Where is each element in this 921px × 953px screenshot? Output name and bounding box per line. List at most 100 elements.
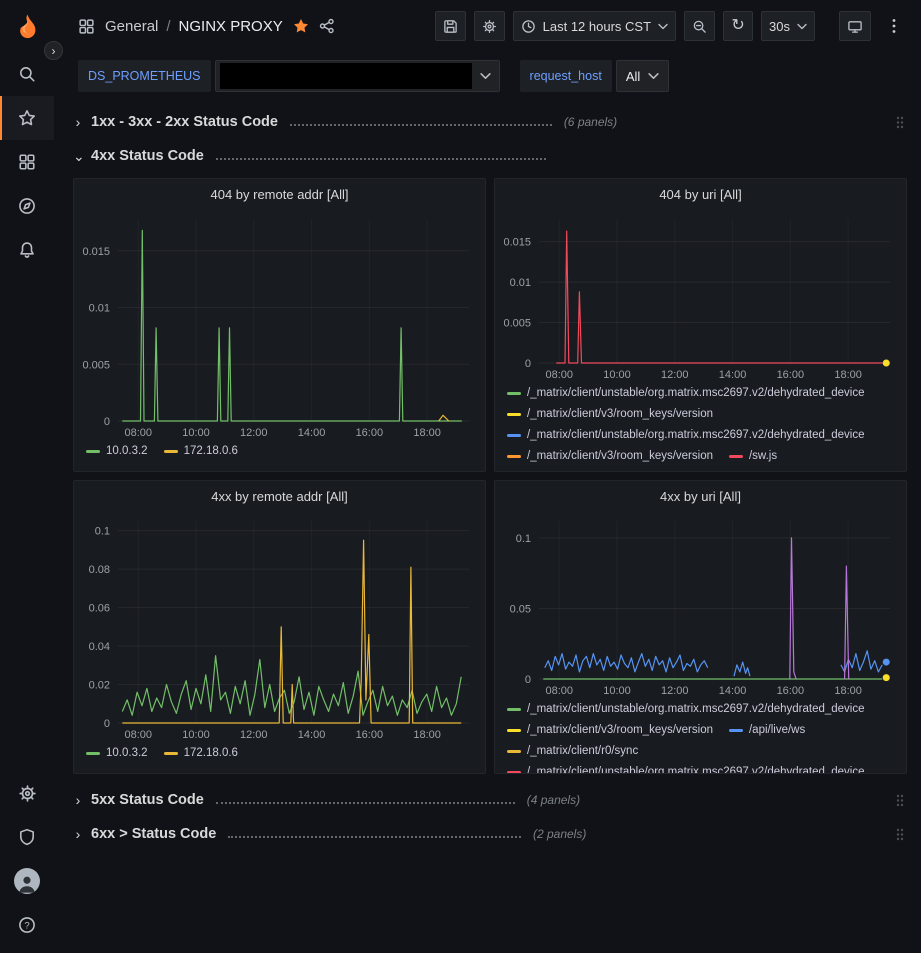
panel-title[interactable]: 404 by uri [All] (495, 179, 906, 209)
drag-handle-icon[interactable] (895, 115, 905, 130)
drag-handle-icon[interactable] (895, 793, 905, 808)
svg-text:16:00: 16:00 (777, 685, 805, 697)
refresh-interval-dropdown[interactable]: 30s (761, 11, 815, 41)
panel-4xx-by-uri: 4xx by uri [All] 08:0010:0012:0014:0016:… (494, 480, 907, 774)
dashboard-settings-button[interactable] (474, 11, 505, 41)
row-header-4xx[interactable]: ⌄ 4xx Status Code (73, 142, 907, 170)
compass-icon (18, 197, 36, 215)
sidebar-item-alerting[interactable] (0, 228, 54, 272)
panel-title[interactable]: 404 by remote addr [All] (74, 179, 485, 209)
legend-item[interactable]: /sw.js (729, 446, 777, 467)
panel-grid: 404 by remote addr [All] 08:00 10:00 12:00… (73, 178, 907, 774)
panel-legend: /_matrix/client/unstable/org.matrix.msc2… (495, 699, 906, 773)
chart-svg[interactable]: 08:0010:0012:0014:0016:0018:0000.0050.01… (74, 209, 485, 441)
sidebar-item-search[interactable] (0, 52, 54, 96)
chevron-down-icon: ⌄ (73, 148, 83, 165)
legend-swatch (507, 434, 521, 437)
legend-swatch (86, 752, 100, 755)
legend-item[interactable]: /_matrix/client/v3/room_keys/version (507, 446, 713, 467)
legend-item[interactable]: /_matrix/client/v3/room_keys/version (507, 404, 713, 425)
svg-text:0: 0 (525, 674, 531, 686)
breadcrumb: General / NGINX PROXY (105, 18, 283, 35)
breadcrumb-section[interactable]: General (105, 18, 158, 35)
sidebar-item-configuration[interactable] (0, 771, 54, 815)
svg-text:?: ? (24, 920, 29, 931)
legend-item[interactable]: /_matrix/client/unstable/org.matrix.msc2… (507, 699, 865, 720)
breadcrumb-title[interactable]: NGINX PROXY (179, 18, 283, 35)
chart-svg[interactable]: 08:0010:0012:0014:0016:0018:0000.020.040… (74, 511, 485, 743)
chart-svg[interactable]: 08:0010:0012:0014:0016:0018:0000.050.1 (495, 511, 906, 699)
svg-text:16:00: 16:00 (356, 729, 384, 741)
sidebar-item-dashboards[interactable] (0, 140, 54, 184)
row-header-5xx[interactable]: › 5xx Status Code (4 panels) (73, 786, 907, 814)
datasource-select[interactable] (215, 60, 500, 92)
drag-handle-icon[interactable] (895, 827, 905, 842)
svg-text:18:00: 18:00 (834, 685, 862, 697)
legend-item[interactable]: 172.18.0.6 (164, 441, 238, 462)
svg-text:12:00: 12:00 (240, 729, 268, 741)
tv-mode-button[interactable] (839, 11, 871, 41)
time-series-chart[interactable]: 08:0010:0012:0014:0016:0018:0000.0050.01… (74, 209, 485, 441)
svg-text:0: 0 (104, 416, 110, 428)
time-series-chart[interactable]: 08:0010:0012:0014:0016:0018:0000.020.040… (74, 511, 485, 743)
sidebar-item-starred[interactable] (0, 96, 54, 140)
row-header-6xx[interactable]: › 6xx > Status Code (2 panels) (73, 820, 907, 848)
svg-text:0.005: 0.005 (82, 359, 110, 371)
chevron-right-icon: › (73, 792, 83, 808)
legend-item[interactable]: /_matrix/client/r0/sync (507, 741, 638, 762)
legend-item[interactable]: /_matrix/client/unstable/org.matrix.msc2… (507, 383, 865, 404)
legend-item[interactable]: /_matrix/client/unstable/org.matrix.msc2… (507, 425, 865, 446)
legend-label: /_matrix/client/v3/room_keys/version (527, 404, 713, 425)
sidebar-item-help[interactable]: ? (0, 903, 54, 947)
legend-item[interactable]: /_matrix/client/v3/room_keys/version (507, 720, 713, 741)
row-panel-count: (2 panels) (533, 827, 586, 841)
legend-swatch (729, 729, 743, 732)
legend-item[interactable]: 10.0.3.2 (86, 743, 148, 764)
svg-text:10:00: 10:00 (603, 369, 631, 381)
legend-label: /_matrix/client/r0/sync (527, 741, 638, 762)
legend-item[interactable]: /_matrix/client/unstable/org.matrix.msc2… (507, 762, 865, 773)
legend-swatch (507, 729, 521, 732)
time-range-picker[interactable]: Last 12 hours CST (513, 11, 676, 41)
legend-item[interactable]: 10.0.3.2 (86, 441, 148, 462)
legend-item[interactable]: 172.18.0.6 (164, 743, 238, 764)
request-host-value: All (626, 69, 640, 84)
bell-icon (18, 241, 36, 259)
variable-label-datasource: DS_PROMETHEUS (78, 60, 211, 92)
panel-title[interactable]: 4xx by uri [All] (495, 481, 906, 511)
svg-text:0.015: 0.015 (503, 237, 531, 249)
refresh-button[interactable]: ↻ (723, 11, 753, 41)
svg-text:0.02: 0.02 (89, 680, 110, 692)
sidebar-item-server-admin[interactable] (0, 815, 54, 859)
sidebar-item-profile[interactable] (0, 859, 54, 903)
zoom-out-button[interactable] (684, 11, 715, 41)
svg-text:08:00: 08:00 (545, 369, 573, 381)
request-host-select[interactable]: All (616, 60, 669, 92)
grafana-flame-icon (14, 13, 41, 40)
panel-title[interactable]: 4xx by remote addr [All] (74, 481, 485, 511)
legend-label: /api/live/ws (749, 720, 805, 741)
variables-bar: DS_PROMETHEUS request_host All (54, 52, 921, 100)
row-title: 1xx - 3xx - 2xx Status Code (91, 114, 278, 130)
time-series-chart[interactable]: 08:0010:0012:0014:0016:0018:0000.0050.01… (495, 209, 906, 383)
more-options-button[interactable] (879, 11, 909, 41)
favorite-star-icon[interactable] (293, 18, 309, 34)
svg-text:0.015: 0.015 (82, 246, 110, 258)
row-header-1xx[interactable]: › 1xx - 3xx - 2xx Status Code (6 panels) (73, 108, 907, 136)
legend-item[interactable]: /api/live/ws (729, 720, 805, 741)
save-icon (443, 19, 458, 34)
share-icon[interactable] (319, 18, 335, 34)
chart-svg[interactable]: 08:0010:0012:0014:0016:0018:0000.0050.01… (495, 209, 906, 383)
chevron-right-icon: › (73, 826, 83, 842)
row-panel-count: (4 panels) (527, 793, 580, 807)
sidebar-item-explore[interactable] (0, 184, 54, 228)
svg-text:0: 0 (104, 718, 110, 730)
sidebar-collapse-button[interactable]: › (44, 41, 63, 60)
search-icon (18, 65, 36, 83)
row-dotted-leader (216, 158, 546, 160)
time-series-chart[interactable]: 08:0010:0012:0014:0016:0018:0000.050.1 (495, 511, 906, 699)
person-icon (16, 872, 38, 894)
save-dashboard-button[interactable] (435, 11, 466, 41)
panel-legend: 10.0.3.2 172.18.0.6 (74, 441, 485, 471)
svg-text:12:00: 12:00 (240, 427, 268, 439)
